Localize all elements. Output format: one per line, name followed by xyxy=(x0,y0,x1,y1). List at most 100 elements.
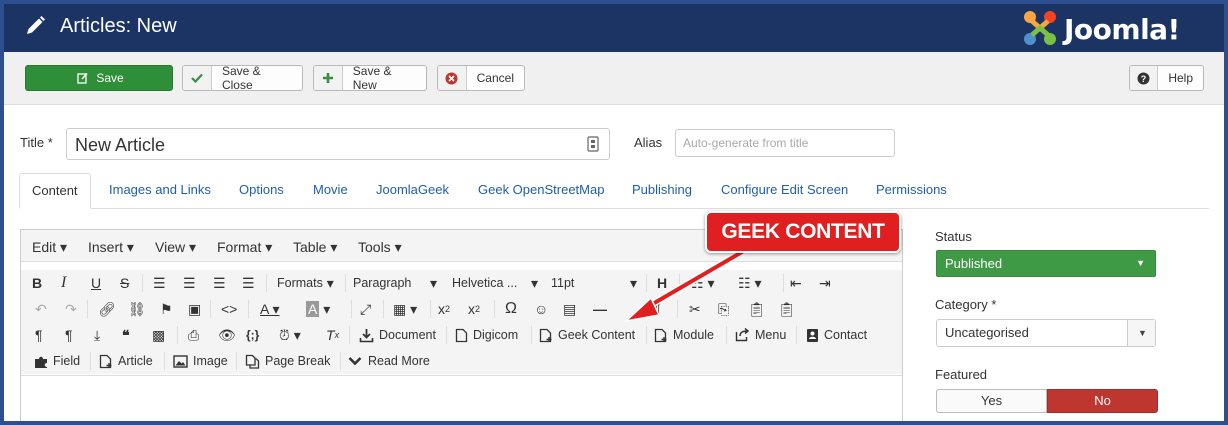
alias-input[interactable]: Auto-generate from title xyxy=(675,129,895,157)
tab-options[interactable]: Options xyxy=(227,173,296,209)
page-title: Articles: New xyxy=(60,15,177,37)
pencil-icon xyxy=(27,16,45,34)
paste-icon[interactable]: 📋︎ xyxy=(748,300,766,318)
svg-text:?: ? xyxy=(1141,74,1147,84)
joomla-logo[interactable]: Joomla! xyxy=(1020,9,1210,47)
tab-images-links[interactable]: Images and Links xyxy=(97,173,223,209)
editor-toolbar-row-1: B I U S ☰ ☰ ☰ ☰ Formats ▾ Paragraph ▾ Hel… xyxy=(21,270,902,296)
link-icon[interactable]: 🔗︎ xyxy=(98,300,116,318)
caret-down-icon[interactable]: ▼ xyxy=(1127,320,1155,346)
tab-geek-openstreetmap[interactable]: Geek OpenStreetMap xyxy=(466,173,616,209)
menu-edit[interactable]: Edit ▾ xyxy=(32,239,67,256)
admin-header: Articles: New Joomla! xyxy=(4,4,1224,52)
module-button[interactable]: Module xyxy=(654,326,714,344)
image-icon[interactable]: ▣ xyxy=(188,300,201,318)
align-left-icon[interactable]: ☰ xyxy=(153,274,166,292)
save-new-button[interactable]: Save & New xyxy=(313,64,427,92)
numbered-list-icon[interactable]: ☷ ▾ xyxy=(738,274,761,292)
tab-configure-edit-screen[interactable]: Configure Edit Screen xyxy=(709,173,860,209)
tab-permissions[interactable]: Permissions xyxy=(864,173,959,209)
align-right-icon[interactable]: ☰ xyxy=(213,274,226,292)
clear-formatting-icon[interactable]: Tx xyxy=(326,326,339,344)
template-icon[interactable]: ▩ xyxy=(152,326,165,344)
preview-icon[interactable]: 👁︎ xyxy=(218,326,236,344)
document-button[interactable]: Document xyxy=(359,326,436,344)
title-input[interactable]: New Article xyxy=(66,128,610,160)
print-icon[interactable]: ⎙ xyxy=(188,326,199,344)
tab-content[interactable]: Content xyxy=(19,173,91,209)
table-icon[interactable]: ▦ ▾ xyxy=(393,300,417,318)
featured-yes-button[interactable]: Yes xyxy=(936,389,1047,413)
strikethrough-icon[interactable]: S xyxy=(120,274,129,292)
show-blocks-icon[interactable]: ¶ xyxy=(653,300,661,318)
tab-movie[interactable]: Movie xyxy=(301,173,360,209)
outdent-icon[interactable]: ⇤ xyxy=(790,274,802,292)
save-close-button[interactable]: Save & Close xyxy=(182,64,303,92)
special-char-icon[interactable]: Ω xyxy=(505,300,517,318)
category-select[interactable]: Uncategorised ▼ xyxy=(936,319,1156,347)
align-center-icon[interactable]: ☰ xyxy=(183,274,196,292)
menu-format[interactable]: Format ▾ xyxy=(217,239,272,256)
digicom-button[interactable]: Digicom xyxy=(455,326,518,344)
background-color-icon[interactable]: A ▾ xyxy=(306,300,330,318)
share-icon xyxy=(735,328,750,342)
ltr-icon[interactable]: ¶ xyxy=(35,326,43,344)
action-toolbar: Save Save & Close Save & New Cancel ? He… xyxy=(4,52,1224,105)
font-family-dropdown[interactable]: Helvetica ... ▾ xyxy=(452,274,538,292)
cancel-button[interactable]: Cancel xyxy=(437,65,525,91)
bold-icon[interactable]: B xyxy=(32,274,42,292)
paste-text-icon[interactable]: 📋︎ xyxy=(778,300,796,318)
emoticon-icon[interactable]: ☺ xyxy=(534,300,548,318)
align-justify-icon[interactable]: ☰ xyxy=(242,274,255,292)
indent-icon[interactable]: ⇥ xyxy=(819,274,831,292)
anchor-icon[interactable]: ⚑ xyxy=(160,300,173,318)
unlink-icon[interactable]: ⛓ xyxy=(128,300,146,318)
code-sample-icon[interactable]: {;} xyxy=(246,326,259,344)
geek-content-button[interactable]: Geek Content xyxy=(539,326,635,344)
rtl-icon[interactable]: ¶ xyxy=(65,326,73,344)
media-icon[interactable]: ▤ xyxy=(563,300,576,318)
superscript-icon[interactable]: x2 xyxy=(468,300,480,318)
date-time-icon[interactable]: ⏰︎ ▾ xyxy=(279,326,301,344)
joomla-logo-icon xyxy=(1024,11,1056,45)
cut-icon[interactable]: ✂ xyxy=(689,300,701,318)
code-icon[interactable]: <> xyxy=(221,300,237,318)
undo-icon[interactable]: ↶ xyxy=(35,300,47,318)
bullet-list-icon[interactable]: ☷ ▾ xyxy=(691,274,714,292)
underline-icon[interactable]: U xyxy=(91,274,101,292)
menu-view[interactable]: View ▾ xyxy=(155,239,196,256)
menu-table[interactable]: Table ▾ xyxy=(293,239,337,256)
subscript-icon[interactable]: x2 xyxy=(438,300,450,318)
file-plus-icon xyxy=(539,328,552,342)
menu-button[interactable]: Menu xyxy=(735,326,786,344)
italic-icon[interactable]: I xyxy=(61,274,66,292)
article-button[interactable]: Article xyxy=(99,352,153,370)
paragraph-dropdown[interactable]: Paragraph ▾ xyxy=(353,274,437,292)
formats-dropdown[interactable]: Formats ▾ xyxy=(277,274,334,292)
tab-joomlageek[interactable]: JoomlaGeek xyxy=(364,173,461,209)
fullscreen-icon[interactable]: ⤢ xyxy=(360,300,371,318)
redo-icon[interactable]: ↷ xyxy=(65,300,77,318)
help-button[interactable]: ? Help xyxy=(1129,65,1204,91)
blockquote-icon[interactable]: ❝ xyxy=(122,326,130,344)
save-button[interactable]: Save xyxy=(25,65,173,91)
page-break-button[interactable]: Page Break xyxy=(245,352,330,370)
copy-icon[interactable]: ⎘ xyxy=(718,300,729,318)
horizontal-rule-icon[interactable]: — xyxy=(593,300,607,318)
status-select[interactable]: Published ▼ xyxy=(936,250,1156,277)
read-more-button[interactable]: Read More xyxy=(348,352,430,370)
editor-toolbar-row-3: ¶ ¶ ⤓ ❝ ▩ ⎙ 👁︎ {;} ⏰︎ ▾ Tx Document Digi… xyxy=(21,322,902,348)
menu-tools[interactable]: Tools ▾ xyxy=(358,239,402,256)
field-button[interactable]: Field xyxy=(34,352,80,370)
font-size-dropdown[interactable]: 11pt ▾ xyxy=(551,274,637,292)
contact-button[interactable]: Contact xyxy=(806,326,867,344)
featured-no-button[interactable]: No xyxy=(1047,389,1158,413)
image-button[interactable]: Image xyxy=(173,352,228,370)
menu-insert[interactable]: Insert ▾ xyxy=(88,239,134,256)
nonbreaking-icon[interactable]: ⤓ xyxy=(94,326,100,344)
text-color-icon[interactable]: A ▾ xyxy=(260,300,279,318)
tab-publishing[interactable]: Publishing xyxy=(620,173,704,209)
editor-content-area[interactable] xyxy=(21,375,902,421)
heading-icon[interactable]: H xyxy=(657,274,667,292)
editor-toolbar-row-2: ↶ ↷ 🔗︎ ⛓ ⚑ ▣ <> A ▾ A ▾ ⤢ ▦ ▾ x2 x2 Ω ☺ … xyxy=(21,296,902,322)
